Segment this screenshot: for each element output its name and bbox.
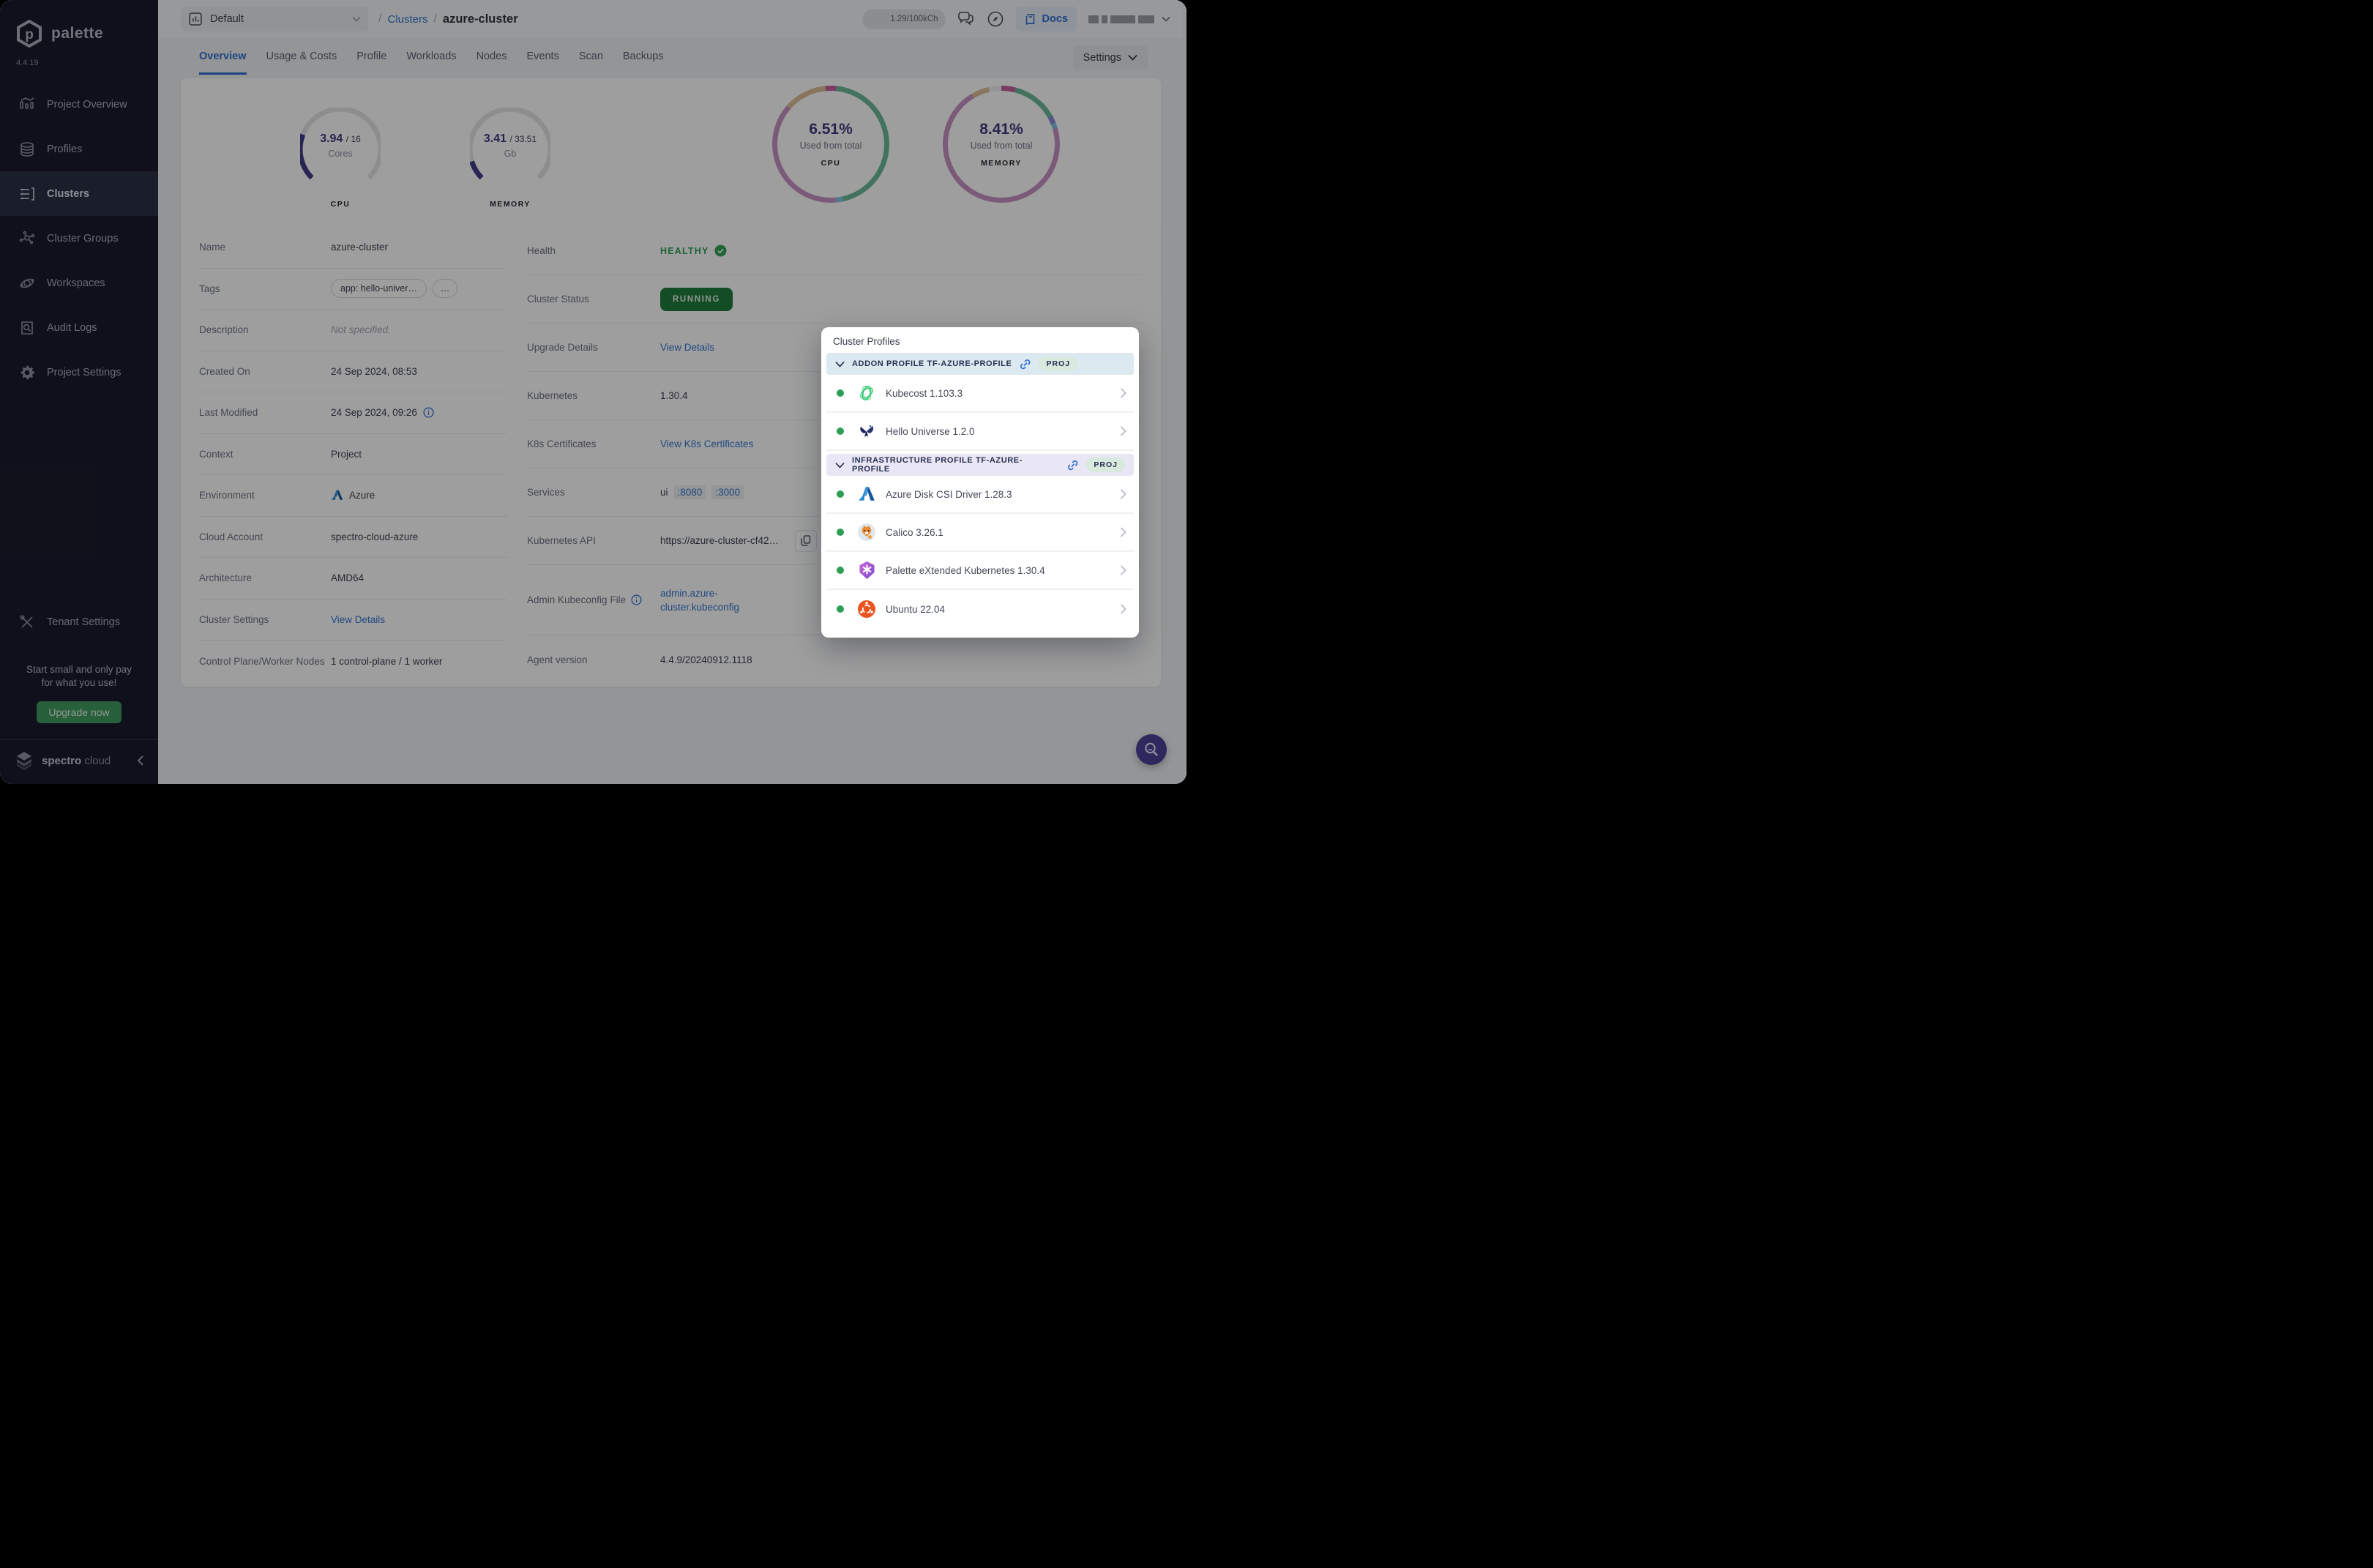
chevron-right-icon (1120, 388, 1126, 398)
layer-status-dot (837, 605, 844, 613)
addon-profile-header[interactable]: ADDON PROFILE TF-AZURE-PROFILE PROJ (826, 353, 1134, 375)
chevron-right-icon (1120, 527, 1126, 537)
palette-k8s-icon (857, 561, 876, 580)
profile-layer-azure-csi[interactable]: Azure Disk CSI Driver 1.28.3 (826, 476, 1134, 514)
layer-status-dot (837, 529, 844, 536)
cluster-profiles-popup: Cluster Profiles ADDON PROFILE TF-AZURE-… (821, 327, 1139, 638)
chevron-right-icon (1120, 604, 1126, 614)
profile-layer-calico[interactable]: Calico 3.26.1 (826, 514, 1134, 552)
layer-status-dot (837, 490, 844, 498)
layer-name: Calico 3.26.1 (886, 526, 943, 538)
chevron-down-icon (835, 462, 845, 468)
link-icon (1068, 460, 1078, 470)
profile-layer-hello-universe[interactable]: Hello Universe 1.2.0 (826, 413, 1134, 451)
proj-scope-badge: PROJ (1086, 458, 1125, 472)
layer-status-dot (837, 567, 844, 574)
profile-layer-ubuntu[interactable]: Ubuntu 22.04 (826, 590, 1134, 628)
kubecost-icon (857, 384, 876, 403)
layer-name: Kubecost 1.103.3 (886, 387, 963, 399)
layer-name: Azure Disk CSI Driver 1.28.3 (886, 488, 1012, 500)
chevron-right-icon (1120, 426, 1126, 436)
profile-layer-pxk[interactable]: Palette eXtended Kubernetes 1.30.4 (826, 552, 1134, 590)
hello-universe-icon (857, 422, 876, 441)
chevron-right-icon (1120, 565, 1126, 575)
chevron-right-icon (1120, 489, 1126, 499)
addon-profile-name: ADDON PROFILE TF-AZURE-PROFILE (852, 359, 1012, 368)
layer-name: Ubuntu 22.04 (886, 603, 946, 615)
layer-status-dot (837, 389, 844, 397)
chevron-down-icon (835, 361, 845, 367)
link-icon (1020, 359, 1031, 369)
proj-scope-badge: PROJ (1039, 356, 1078, 371)
infrastructure-profile-header[interactable]: INFRASTRUCTURE PROFILE TF-AZURE-PROFILE … (826, 454, 1134, 476)
ubuntu-icon (857, 600, 876, 619)
layer-name: Hello Universe 1.2.0 (886, 425, 975, 437)
azure-icon (857, 485, 876, 504)
infrastructure-profile-name: INFRASTRUCTURE PROFILE TF-AZURE-PROFILE (851, 456, 1023, 474)
profile-layer-kubecost[interactable]: Kubecost 1.103.3 (826, 375, 1134, 413)
calico-icon (857, 523, 876, 542)
cluster-profiles-title: Cluster Profiles (833, 336, 900, 347)
layer-status-dot (837, 428, 844, 435)
app-window: p palette 4.4.19 Project Overview Profil… (0, 0, 1186, 784)
layer-name: Palette eXtended Kubernetes 1.30.4 (886, 564, 1045, 576)
